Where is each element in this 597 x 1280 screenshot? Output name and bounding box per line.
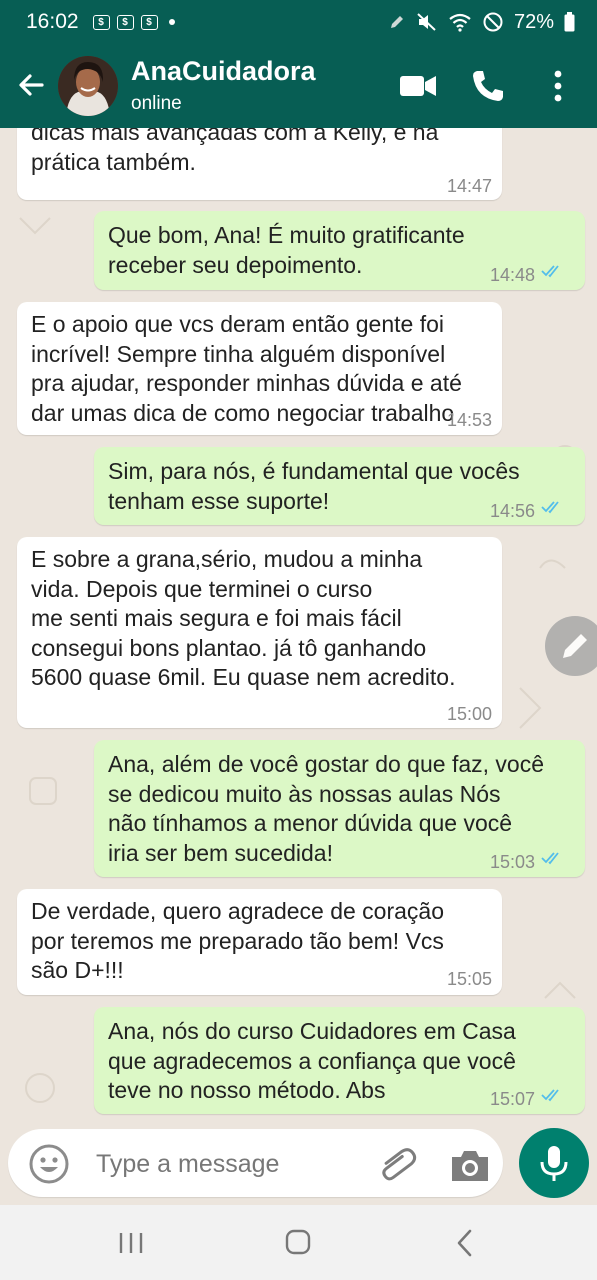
incoming-message[interactable]: dicas mais avançadas com a Kelly, e na p…: [17, 128, 502, 200]
more-vert-icon[interactable]: [538, 66, 578, 106]
avatar[interactable]: [58, 56, 118, 116]
outgoing-message[interactable]: Sim, para nós, é fundamental que vocês t…: [94, 447, 585, 525]
money-notification-icon: $: [140, 14, 158, 30]
message-line: dicas mais avançadas com a Kelly, e na: [31, 128, 439, 145]
more-notifications-dot-icon: [168, 19, 175, 25]
camera-icon[interactable]: [448, 1145, 492, 1185]
composer-pill: [8, 1129, 503, 1197]
message-time: 14:47: [446, 176, 492, 196]
paperclip-icon[interactable]: [376, 1145, 420, 1185]
message-time: 15:00: [446, 704, 492, 724]
read-receipt-icon: [541, 1089, 559, 1102]
message-time: 14:48: [489, 265, 535, 285]
read-receipt-icon: [541, 265, 559, 278]
incoming-message[interactable]: De verdade, quero agradece de coração po…: [17, 889, 502, 995]
message-line: incrível! Sempre tinha alguém disponível: [31, 340, 446, 367]
status-time: 16:02: [26, 10, 79, 33]
money-notification-icon: $: [116, 14, 134, 30]
emoji-icon[interactable]: [28, 1143, 70, 1185]
incoming-message[interactable]: E sobre a grana,sério, mudou a minha vid…: [17, 537, 502, 728]
message-line: E sobre a grana,sério, mudou a minha: [31, 546, 423, 572]
message-line: dar umas dica de como negociar trabalho: [31, 399, 455, 426]
read-receipt-icon: [541, 852, 559, 865]
notification-icons: $ $ $: [92, 14, 175, 30]
microphone-icon: [540, 1146, 568, 1181]
read-receipt-icon: [541, 501, 559, 514]
microphone-button[interactable]: [519, 1128, 589, 1198]
edit-button[interactable]: [545, 616, 597, 676]
message-time: 14:56: [489, 501, 535, 521]
mute-icon: [417, 13, 436, 31]
message-line: De verdade, quero agradece de coração: [31, 898, 445, 924]
message-line: consegui bons plantao. já tô ganhando: [31, 634, 427, 661]
message-line: me senti mais segura e foi mais fácil: [31, 605, 402, 631]
pencil-icon: [563, 634, 587, 658]
status-bar: 16:02 $ $ $ 72%: [0, 0, 597, 44]
message-line: por teremos me preparado tão bem! Vcs: [31, 927, 444, 954]
outgoing-message[interactable]: Que bom, Ana! É muito gratificante receb…: [94, 211, 585, 290]
message-line: não tínhamos a menor dúvida que você: [108, 810, 513, 836]
battery-icon: [564, 12, 575, 32]
message-time: 15:03: [489, 852, 535, 872]
message-line: 5600 quase 6mil. Eu quase nem acredito.: [31, 664, 456, 690]
battery-percentage: 72%: [513, 10, 554, 33]
home-icon[interactable]: [278, 1225, 318, 1261]
phone-icon[interactable]: [468, 66, 508, 106]
message-time: 14:53: [446, 410, 492, 430]
message-line: Que bom, Ana! É muito gratificante: [108, 222, 465, 248]
message-line: vida. Depois que terminei o curso: [31, 575, 373, 602]
message-line: se dedicou muito às nossas aulas Nós: [108, 780, 501, 807]
wifi-icon: [449, 13, 471, 32]
message-line: prática também.: [31, 148, 196, 175]
message-time: 15:07: [489, 1089, 535, 1109]
message-composer: [0, 1125, 597, 1205]
back-nav-icon[interactable]: [446, 1225, 486, 1261]
system-navigation-bar: [0, 1205, 597, 1280]
outgoing-message[interactable]: Ana, além de você gostar do que faz, voc…: [94, 740, 585, 877]
message-line: E o apoio que vcs deram então gente foi: [31, 311, 445, 337]
message-line: pra ajudar, responder minhas dúvida e at…: [31, 370, 462, 396]
incoming-message[interactable]: E o apoio que vcs deram então gente foi …: [17, 302, 502, 435]
pen-status-icon: [390, 16, 403, 28]
message-line: que agradecemos a confiança que você: [108, 1047, 516, 1074]
back-arrow-icon[interactable]: [14, 68, 48, 102]
message-line: Ana, além de você gostar do que faz, voc…: [108, 751, 544, 777]
profile-photo: [58, 56, 118, 116]
outgoing-message[interactable]: Ana, nós do curso Cuidadores em Casa que…: [94, 1007, 585, 1114]
message-line: Sim, para nós, é fundamental que vocês: [108, 458, 520, 484]
chat-header: AnaCuidadora online: [0, 44, 597, 128]
contact-name[interactable]: AnaCuidadora: [131, 56, 316, 87]
message-line: Ana, nós do curso Cuidadores em Casa: [108, 1018, 516, 1044]
message-time: 15:05: [446, 969, 492, 989]
chat-area[interactable]: dicas mais avançadas com a Kelly, e na p…: [0, 128, 597, 1125]
do-not-disturb-icon: [483, 12, 503, 32]
message-input[interactable]: [94, 1145, 368, 1183]
recent-apps-icon[interactable]: [111, 1225, 151, 1261]
money-notification-icon: $: [92, 14, 110, 30]
message-line: são D+!!!: [31, 957, 124, 983]
video-camera-icon[interactable]: [398, 66, 438, 106]
contact-status: online: [131, 93, 182, 114]
